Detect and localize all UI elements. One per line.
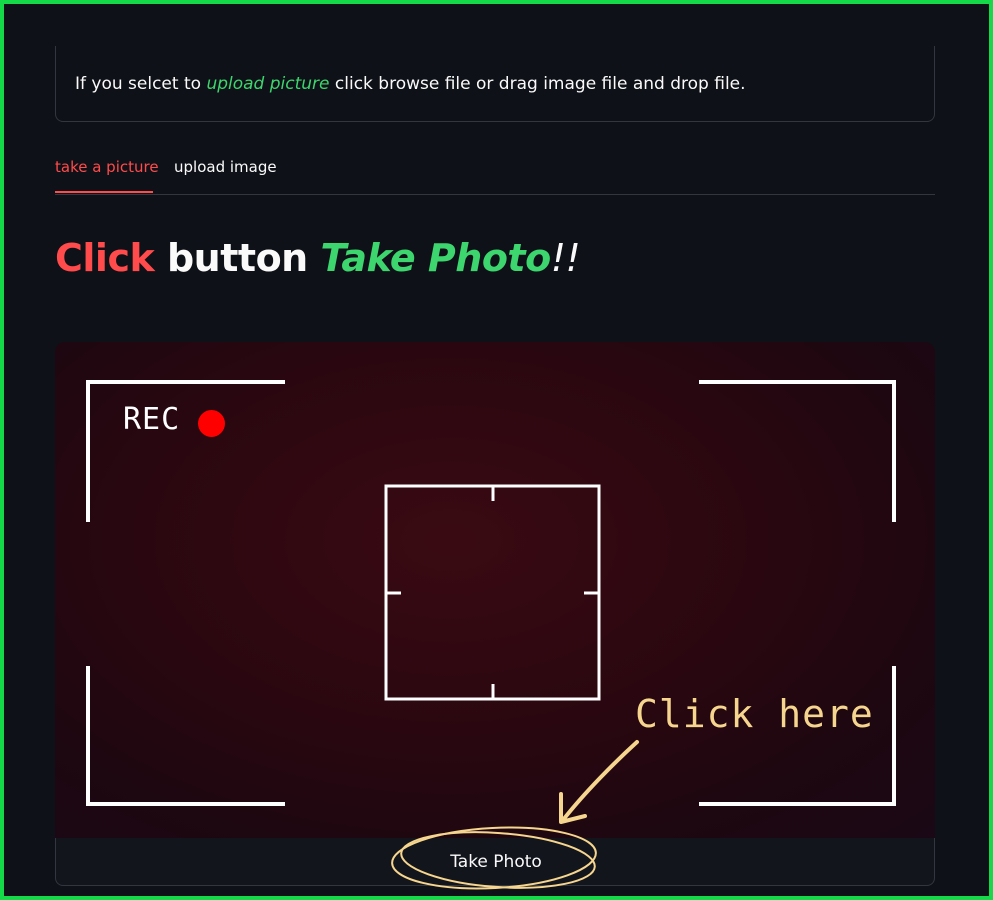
corner-bottom-left	[86, 666, 285, 806]
click-here-annotation: Click here	[635, 692, 874, 736]
tab-bar: take a picture upload image	[55, 154, 935, 195]
viewfinder-overlay	[86, 380, 896, 824]
corner-top-right	[699, 380, 896, 522]
arrow-icon	[561, 740, 639, 822]
rec-dot-icon	[198, 410, 225, 437]
info-box: If you selcet to upload picture click br…	[55, 46, 935, 122]
corner-top-left	[86, 380, 285, 522]
focus-square	[384, 484, 601, 701]
tab-take-a-picture[interactable]: take a picture	[55, 158, 159, 176]
camera-button-bar: Take Photo	[55, 838, 935, 886]
info-text-before: If you selcet to	[75, 74, 207, 94]
page-heading: Click button Take Photo!!	[55, 236, 581, 280]
camera-preview: REC Click here	[55, 342, 935, 838]
corner-bottom-right	[699, 666, 896, 806]
heading-take-photo: Take Photo	[320, 236, 551, 280]
info-text-after: click browse file or drag image file and…	[329, 74, 746, 94]
heading-click: Click	[55, 236, 155, 280]
heading-button: button	[154, 236, 321, 280]
rec-label: REC	[123, 402, 181, 437]
tab-upload-image[interactable]: upload image	[174, 158, 277, 176]
take-photo-button[interactable]: Take Photo	[406, 838, 586, 886]
info-highlight: upload picture	[206, 74, 330, 94]
heading-exclamation: !!	[550, 236, 581, 280]
active-tab-indicator	[55, 191, 153, 193]
info-text: If you selcet to upload picture click br…	[75, 74, 746, 94]
